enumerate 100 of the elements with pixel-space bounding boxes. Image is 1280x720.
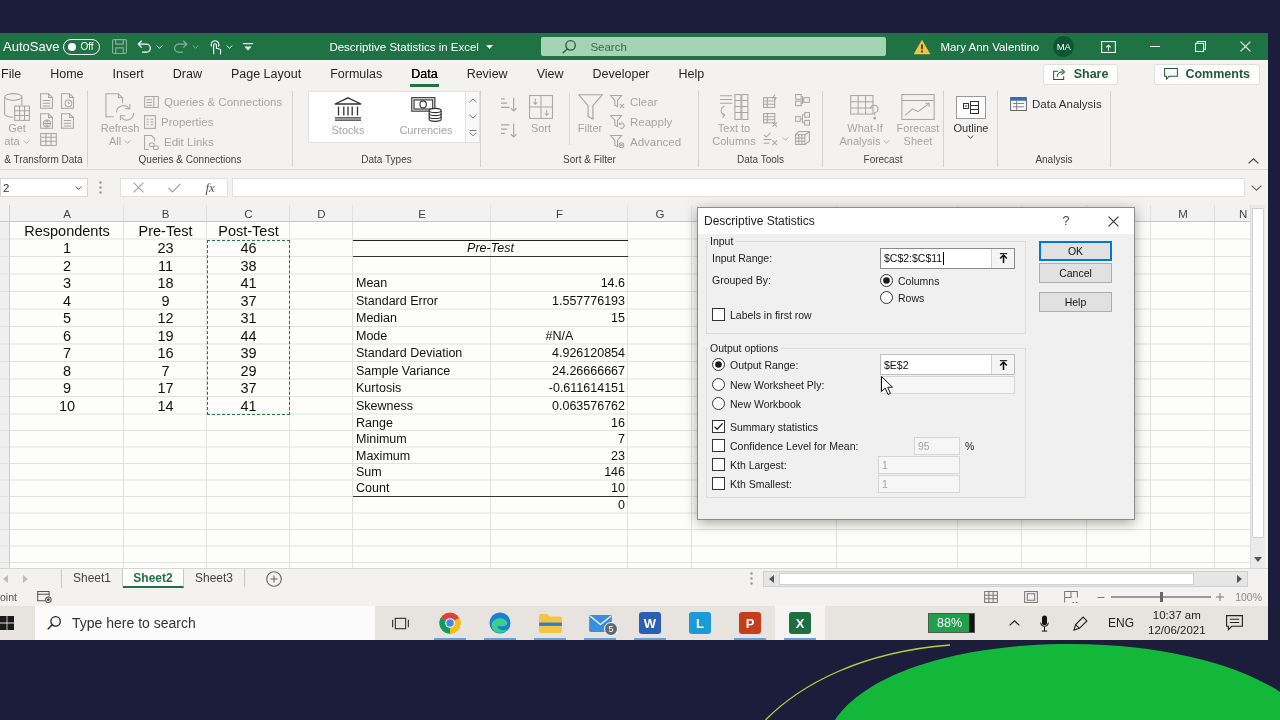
chevron-up-icon[interactable] xyxy=(1248,158,1259,164)
range-field[interactable]: $C$2:$C$11 xyxy=(880,247,1015,269)
ribbon-tab[interactable]: Review xyxy=(465,61,509,87)
restore-icon[interactable] xyxy=(1195,41,1207,52)
column-header[interactable]: C xyxy=(207,205,290,222)
ribbon-tab[interactable]: Help xyxy=(677,61,706,87)
ribbon-tab[interactable]: Developer xyxy=(591,61,651,87)
plus-circle-icon[interactable] xyxy=(266,570,282,587)
taskbar-app-button[interactable]: X xyxy=(775,606,825,640)
ribbon-display-icon[interactable] xyxy=(1101,40,1117,53)
vertical-scrollbar[interactable] xyxy=(1250,205,1265,568)
grid-view-icon[interactable] xyxy=(984,591,999,603)
ribbon-tab[interactable]: Data xyxy=(410,61,439,87)
input-field[interactable] xyxy=(880,375,1015,394)
underline-bar-icon xyxy=(784,638,816,640)
checkbox[interactable] xyxy=(712,420,725,433)
radio-button[interactable] xyxy=(712,397,725,410)
dialog-button[interactable]: Help xyxy=(1039,292,1112,312)
ribbon-tab[interactable]: Page Layout xyxy=(229,61,303,87)
plus-icon[interactable] xyxy=(1216,593,1225,601)
globe-document-icon[interactable] xyxy=(40,113,53,129)
column-header[interactable]: E xyxy=(353,205,491,222)
radio-button[interactable] xyxy=(712,378,725,391)
document-icon[interactable] xyxy=(61,113,74,129)
microphone-icon[interactable] xyxy=(1040,614,1049,632)
down-triangle-icon[interactable] xyxy=(1254,557,1262,562)
search-field[interactable]: Search xyxy=(541,37,887,56)
column-header[interactable]: N xyxy=(1215,205,1250,222)
ribbon-tab[interactable]: Draw xyxy=(171,61,203,87)
hierarchy-icon[interactable] xyxy=(795,112,810,126)
column-header[interactable]: B xyxy=(124,205,207,222)
range-field[interactable]: $E$2 xyxy=(880,354,1015,375)
dialog-button[interactable]: OK xyxy=(1039,241,1112,261)
column-header[interactable]: D xyxy=(290,205,353,222)
taskbar-app-button[interactable]: W xyxy=(625,606,675,640)
chevron-down-icon[interactable] xyxy=(1251,184,1262,191)
message-icon[interactable] xyxy=(1225,615,1243,631)
scrollbar-thumb[interactable] xyxy=(779,572,1194,585)
name-box[interactable]: 2 xyxy=(0,178,88,197)
stacked-cubes-icon[interactable] xyxy=(795,131,810,145)
left-triangle-icon[interactable] xyxy=(769,574,774,583)
column-header[interactable]: F xyxy=(491,205,628,222)
column-header[interactable]: M xyxy=(1151,205,1215,222)
share-button[interactable]: Share xyxy=(1042,63,1119,85)
clock-date[interactable]: 12/06/2021 xyxy=(1148,623,1206,638)
checkbox[interactable] xyxy=(712,458,725,471)
page-view-icon[interactable] xyxy=(1024,591,1039,603)
checkbox[interactable] xyxy=(712,477,725,490)
help-button[interactable]: ? xyxy=(1059,214,1073,228)
horizontal-scrollbar[interactable] xyxy=(763,570,1248,587)
checkbox[interactable] xyxy=(712,308,725,321)
radio-button[interactable] xyxy=(880,291,893,304)
insert-function-button[interactable]: fx xyxy=(205,179,215,196)
radio-button[interactable] xyxy=(712,358,725,371)
ribbon-command[interactable]: Data Analysis xyxy=(1010,94,1102,114)
chevron-up-icon[interactable] xyxy=(1009,620,1020,626)
comments-button[interactable]: Comments xyxy=(1154,63,1260,85)
cross-icon[interactable] xyxy=(133,182,145,193)
taskbar-search-field[interactable]: Type here to search xyxy=(35,606,375,640)
range-picker-button[interactable] xyxy=(991,355,1014,374)
taskbar-app-button[interactable]: P xyxy=(725,606,775,640)
check-icon[interactable] xyxy=(168,182,182,193)
ribbon-tab[interactable]: View xyxy=(535,61,565,87)
minus-icon[interactable] xyxy=(1097,596,1106,598)
ribbon-tab[interactable]: File xyxy=(0,61,23,87)
document-icon[interactable] xyxy=(40,93,53,109)
ribbon-tab[interactable]: Home xyxy=(49,61,85,87)
sort-ascending-icon[interactable] xyxy=(500,97,517,112)
user-avatar[interactable]: MA xyxy=(1053,36,1075,57)
record-window-icon[interactable] xyxy=(36,591,52,603)
ribbon-tab[interactable]: Insert xyxy=(111,61,145,87)
taskbar-app-button[interactable]: 5 xyxy=(575,606,625,640)
check-cross-icon[interactable] xyxy=(763,132,778,146)
chevron-down-icon[interactable] xyxy=(468,113,477,119)
ribbon-button[interactable]: Outline xyxy=(951,91,991,139)
dialog-button[interactable]: Cancel xyxy=(1039,263,1112,283)
column-header[interactable]: G xyxy=(628,205,692,222)
close-icon[interactable] xyxy=(1108,215,1119,227)
column-header[interactable]: A xyxy=(10,205,124,222)
clock-document-icon[interactable] xyxy=(61,93,74,109)
linked-boxes-icon[interactable] xyxy=(795,94,810,107)
checkbox[interactable] xyxy=(712,439,725,452)
right-triangle-icon[interactable] xyxy=(1237,574,1242,583)
slider-thumb[interactable] xyxy=(1159,592,1163,602)
scrollbar-thumb[interactable] xyxy=(1252,208,1264,538)
ribbon-tab[interactable]: Formulas xyxy=(329,61,384,87)
minimize-icon[interactable] xyxy=(1149,46,1162,47)
table-cross-icon[interactable] xyxy=(763,113,778,127)
page-break-view-icon[interactable] xyxy=(1064,591,1079,603)
sheet-tab[interactable]: Sheet2 xyxy=(123,569,184,588)
language-indicator[interactable]: ENG xyxy=(1108,616,1134,630)
table-icon[interactable] xyxy=(40,133,57,146)
range-picker-button[interactable] xyxy=(991,248,1014,268)
pen-icon[interactable] xyxy=(1073,615,1088,631)
radio-button[interactable] xyxy=(880,274,893,287)
table-lightning-icon[interactable] xyxy=(763,94,778,108)
formula-input[interactable] xyxy=(232,178,1245,197)
clock-time[interactable]: 10:37 am xyxy=(1152,608,1201,623)
more-chevron-icon[interactable] xyxy=(468,129,477,137)
document-title[interactable]: Descriptive Statistics in Excel xyxy=(329,40,542,53)
